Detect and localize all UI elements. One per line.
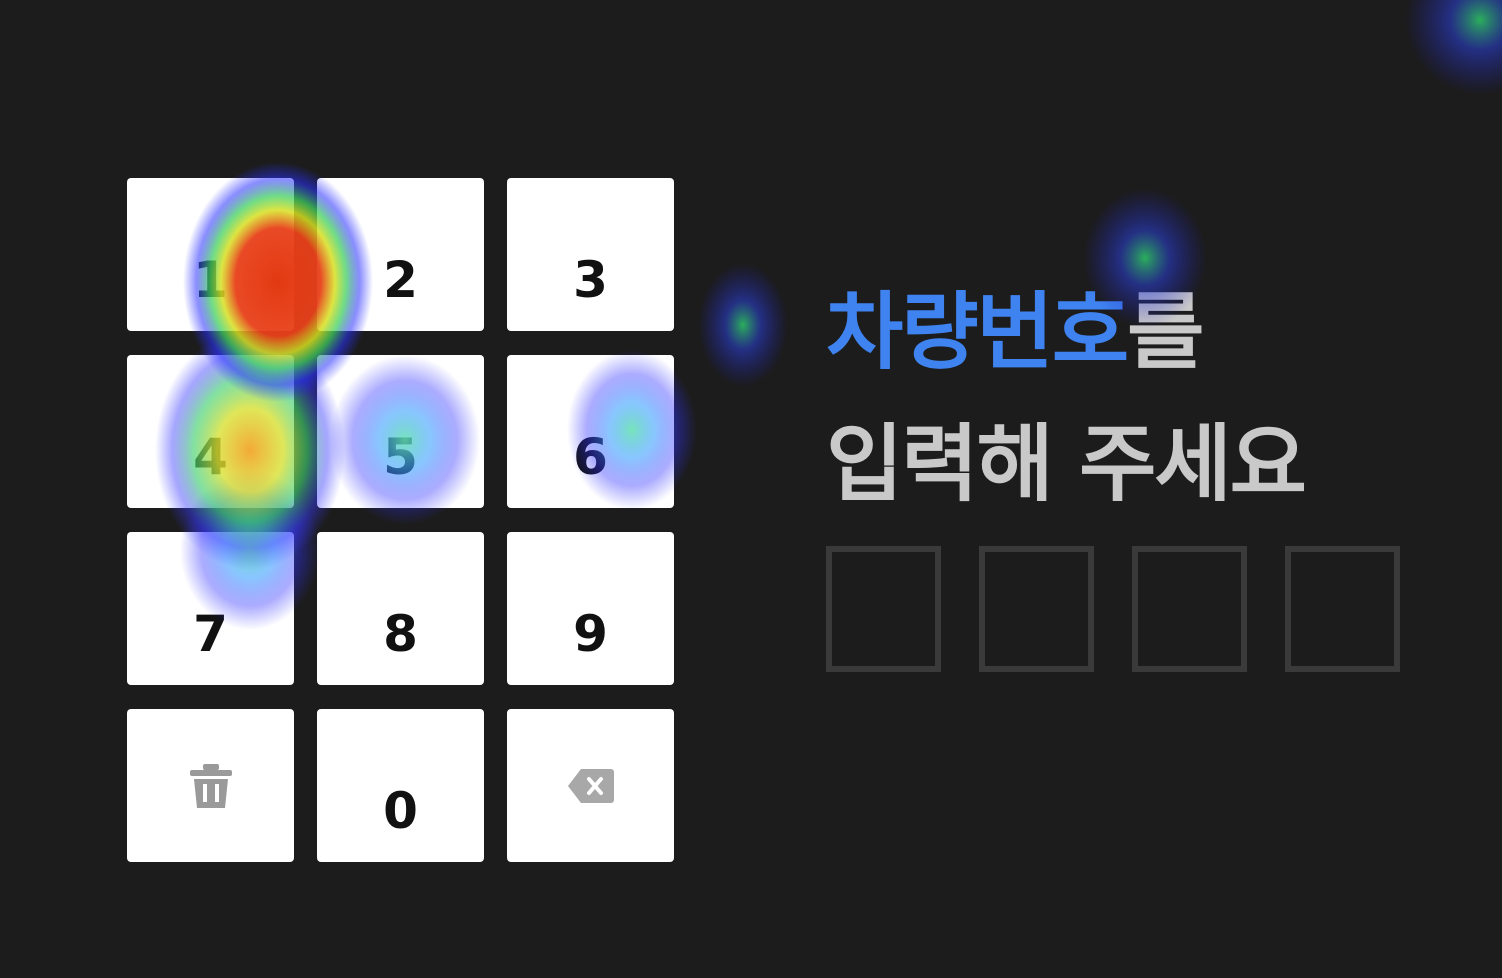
key-0[interactable]: 0 xyxy=(317,709,484,862)
prompt-rest: 를 xyxy=(1127,283,1204,381)
key-4[interactable]: 4 xyxy=(127,355,294,508)
key-6[interactable]: 6 xyxy=(507,355,674,508)
digit-slot-3 xyxy=(1132,546,1247,672)
backspace-icon xyxy=(567,768,614,803)
numeric-keypad: 1 2 3 4 5 6 7 8 9 0 xyxy=(127,178,674,862)
heat-spot-corner xyxy=(1405,0,1502,95)
key-9[interactable]: 9 xyxy=(507,532,674,685)
key-1[interactable]: 1 xyxy=(127,178,294,331)
prompt-highlight: 차량번호 xyxy=(826,283,1129,381)
clear-button[interactable] xyxy=(127,709,294,862)
plate-number-prompt: 차량번호를 입력해 주세요 xyxy=(826,266,1307,530)
plate-digit-slots xyxy=(826,546,1400,672)
key-5[interactable]: 5 xyxy=(317,355,484,508)
key-7[interactable]: 7 xyxy=(127,532,294,685)
prompt-line-1: 차량번호를 xyxy=(826,266,1305,398)
heat-spot-between xyxy=(698,263,788,387)
prompt-line-2: 입력해 주세요 xyxy=(826,415,1307,513)
digit-slot-2 xyxy=(979,546,1094,672)
plate-entry-screen: 1 2 3 4 5 6 7 8 9 0 차량번호를 입력해 주세요 xyxy=(0,0,1502,978)
digit-slot-4 xyxy=(1285,546,1400,672)
trash-icon xyxy=(189,763,232,808)
key-2[interactable]: 2 xyxy=(317,178,484,331)
key-8[interactable]: 8 xyxy=(317,532,484,685)
backspace-button[interactable] xyxy=(507,709,674,862)
digit-slot-1 xyxy=(826,546,941,672)
key-3[interactable]: 3 xyxy=(507,178,674,331)
